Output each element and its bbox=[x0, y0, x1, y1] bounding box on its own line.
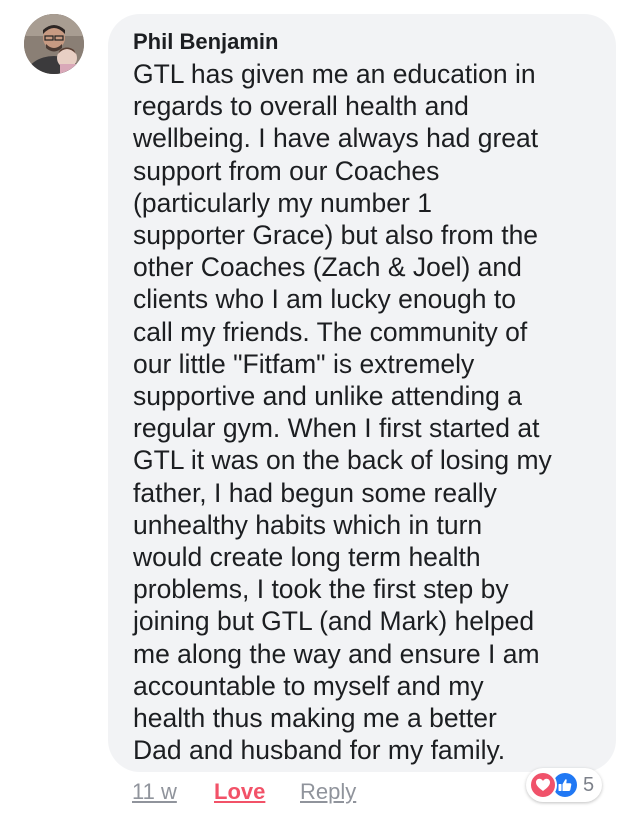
reply-button[interactable]: Reply bbox=[300, 778, 356, 806]
comment-author[interactable]: Phil Benjamin bbox=[133, 28, 596, 56]
love-icon bbox=[529, 771, 557, 799]
timestamp-link[interactable]: 11 w bbox=[132, 778, 177, 806]
reactions-summary[interactable]: 5 bbox=[526, 768, 603, 802]
comment-bubble: Phil Benjamin GTL has given me an educat… bbox=[108, 14, 616, 772]
comment-text: GTL has given me an education in regards… bbox=[133, 59, 552, 766]
love-button[interactable]: Love bbox=[214, 778, 265, 806]
reaction-count: 5 bbox=[583, 773, 595, 796]
avatar[interactable] bbox=[24, 14, 84, 74]
